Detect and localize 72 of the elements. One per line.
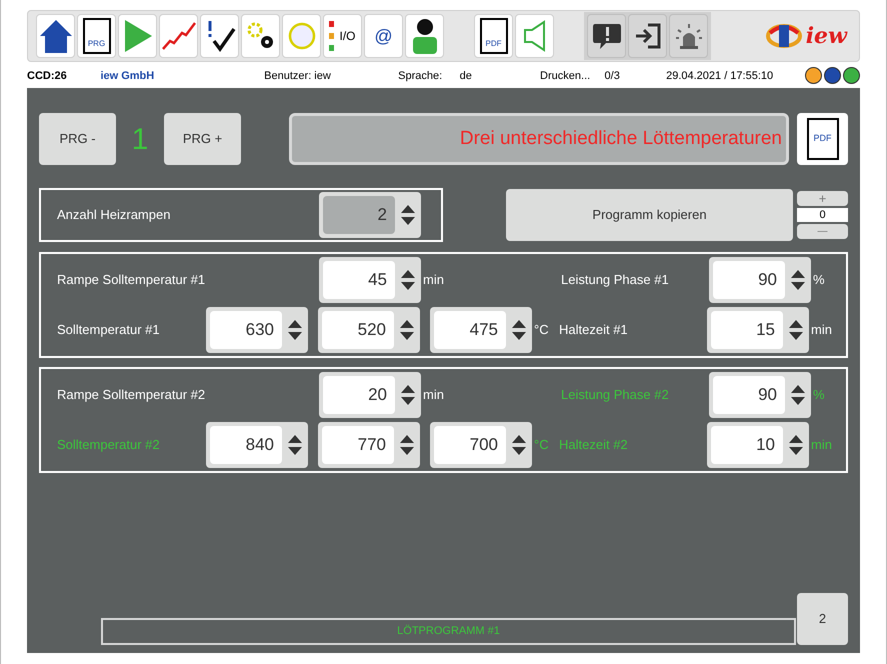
toolbar-button[interactable]: @	[364, 14, 403, 58]
toolbar-button[interactable]: PDF	[474, 14, 513, 58]
decrement-button[interactable]: —	[797, 224, 848, 239]
number-spinner[interactable]: 520	[318, 307, 420, 353]
line-chart-icon	[162, 21, 196, 51]
user-label: Benutzer: iew	[264, 70, 331, 82]
toolbar-button[interactable]	[36, 14, 75, 58]
company-name: iew GmbH	[100, 70, 154, 82]
unit-label: °C	[533, 436, 550, 454]
unit-label: min	[422, 271, 445, 290]
station-id: CCD:26	[27, 70, 67, 82]
speech-bubble-alert-icon	[592, 22, 622, 50]
page-button[interactable]: 2	[797, 593, 848, 645]
copy-count-field: 0	[797, 208, 848, 222]
field-label: Rampe Solltemperatur #1	[57, 271, 206, 290]
field-label: Solltemperatur #1	[57, 321, 161, 340]
language-value: de	[460, 70, 472, 82]
unit-label: min	[810, 321, 832, 340]
beacon-icon	[674, 22, 704, 50]
pdf-document-icon: PDF	[806, 118, 838, 160]
home-icon	[38, 18, 72, 54]
login-icon	[634, 22, 662, 50]
logo-icon	[766, 21, 802, 51]
number-spinner[interactable]: 630	[206, 307, 308, 353]
toolbar-button[interactable]: PRG	[77, 14, 116, 58]
circle-icon	[286, 21, 316, 51]
field-label: Leistung Phase #1	[561, 271, 670, 290]
play-icon	[122, 19, 152, 53]
previous-program-button[interactable]: PRG -	[39, 113, 116, 165]
print-count: 0/3	[604, 70, 620, 82]
toolbar-button[interactable]	[200, 14, 239, 58]
speaker-icon	[522, 20, 548, 52]
field-label: Solltemperatur #2	[57, 436, 161, 454]
unit-label: %	[812, 271, 825, 290]
document-icon: PRG	[82, 18, 110, 54]
toolbar-button[interactable]	[241, 14, 280, 58]
field-label: Haltezeit #1	[559, 321, 629, 340]
copy-program-button[interactable]: Programm kopieren	[506, 189, 793, 241]
field-label: Anzahl Heizrampen	[57, 206, 172, 224]
unit-label: min	[422, 386, 445, 404]
pdf-button[interactable]: PDF	[797, 113, 848, 165]
number-spinner[interactable]: 90	[709, 372, 811, 418]
number-spinner[interactable]: 15	[707, 307, 809, 353]
field-label: Haltezeit #2	[559, 436, 629, 454]
toolbar-button[interactable]	[587, 14, 626, 58]
number-spinner[interactable]: 840	[206, 422, 308, 468]
toolbar-button[interactable]	[628, 14, 667, 58]
toolbar-button[interactable]: I/O	[323, 14, 362, 58]
number-spinner[interactable]: 90	[709, 257, 811, 303]
field-label: Rampe Solltemperatur #2	[57, 386, 206, 404]
toolbar-button[interactable]	[405, 14, 444, 58]
logo-text: iew	[806, 22, 847, 50]
number-spinner[interactable]: 770	[318, 422, 420, 468]
number-spinner[interactable]: 45	[319, 257, 421, 303]
number-spinner[interactable]: 10	[707, 422, 809, 468]
document-icon: PDF	[480, 18, 508, 54]
unit-label: °C	[533, 321, 550, 340]
next-program-button[interactable]: PRG +	[164, 113, 241, 165]
user-icon	[412, 18, 438, 54]
unit-label: min	[810, 436, 832, 454]
program-number: 1	[130, 122, 150, 158]
field-label: Leistung Phase #2	[561, 386, 670, 404]
date-time: 29.04.2021 / 17:55:10	[666, 70, 774, 82]
program-name-bar: LÖTPROGRAMM #1	[101, 618, 796, 645]
number-spinner[interactable]: 20	[319, 372, 421, 418]
program-title: Drei unterschiedliche Löttemperaturen	[289, 113, 789, 165]
number-spinner[interactable]: 475	[430, 307, 532, 353]
print-label: Drucken...	[540, 70, 590, 82]
number-spinner[interactable]: 700	[430, 422, 532, 468]
unit-label: %	[812, 386, 825, 404]
language-label: Sprache:	[398, 70, 442, 82]
at-sign-icon: @	[374, 22, 393, 50]
